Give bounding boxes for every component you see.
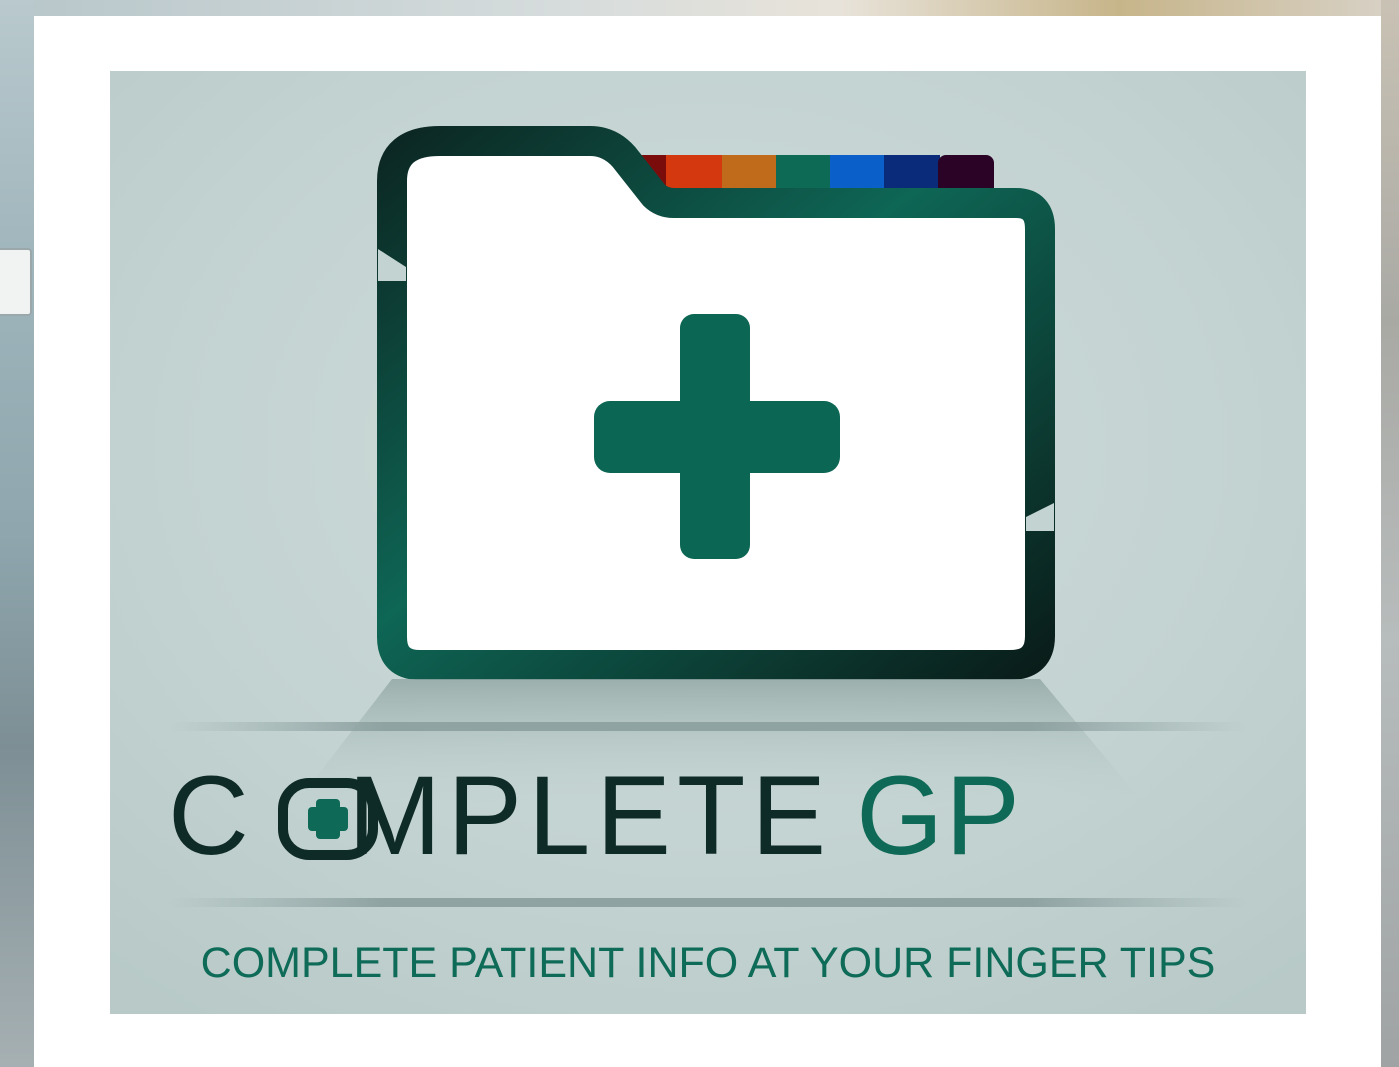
logo-panel: COMPLETE GP COMPLETE PATIENT INFO AT YOU…: [110, 71, 1306, 1014]
white-card: COMPLETE GP COMPLETE PATIENT INFO AT YOU…: [34, 16, 1381, 1067]
background-top-strip: [0, 0, 1399, 16]
wordmark-complete: COMPLETE: [168, 753, 833, 878]
background-right-wall: [1381, 0, 1399, 1067]
top-divider: [168, 722, 1248, 731]
wordmark-o-placeholder: O: [255, 753, 348, 878]
bottom-divider: [168, 898, 1248, 907]
wordmark: COMPLETE GP: [168, 753, 1248, 878]
wordmark-gp: GP: [856, 753, 1022, 878]
background-wall-socket: [0, 248, 32, 316]
background-left-wall: [0, 0, 34, 1067]
tagline: COMPLETE PATIENT INFO AT YOUR FINGER TIP…: [200, 939, 1216, 987]
